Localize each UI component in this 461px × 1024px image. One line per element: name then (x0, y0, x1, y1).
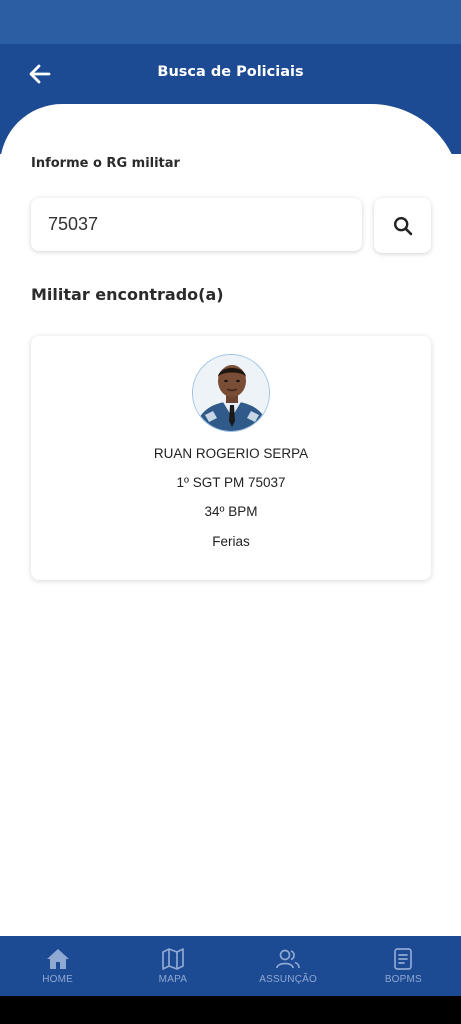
nav-label-mapa: MAPA (158, 974, 188, 985)
officer-name: RUAN ROGERIO SERPA (153, 446, 309, 461)
officer-photo (192, 354, 270, 432)
nav-item-home[interactable]: HOME (0, 936, 115, 996)
officer-rank-rg: 1º SGT PM 75037 (176, 475, 286, 490)
home-icon (46, 949, 69, 969)
nav-item-assuncao[interactable]: ASSUNÇÃO (231, 936, 346, 996)
rg-search-input[interactable] (31, 198, 362, 251)
nav-label-bopms: BOPMS (384, 974, 422, 985)
users-icon (276, 949, 300, 969)
officer-card[interactable]: RUAN ROGERIO SERPA 1º SGT PM 75037 34º B… (31, 336, 431, 580)
page-title: Busca de Policiais (157, 64, 304, 80)
status-bar (0, 0, 461, 44)
bottom-navigation: HOME MAPA ASSUNÇÃO BOPMS (0, 936, 461, 996)
nav-item-mapa[interactable]: MAPA (115, 936, 230, 996)
nav-item-bopms[interactable]: BOPMS (346, 936, 461, 996)
system-navigation-bar (0, 996, 461, 1024)
search-icon (393, 216, 412, 235)
map-icon (162, 948, 184, 970)
rg-field-label: Informe o RG militar (31, 156, 180, 171)
result-heading: Militar encontrado(a) (31, 285, 224, 304)
nav-label-assuncao: ASSUNÇÃO (259, 974, 317, 985)
document-icon (394, 948, 413, 970)
search-button[interactable] (374, 198, 431, 253)
officer-status: Ferias (212, 534, 250, 549)
nav-label-home: HOME (42, 974, 74, 985)
officer-unit: 34º BPM (204, 504, 258, 519)
